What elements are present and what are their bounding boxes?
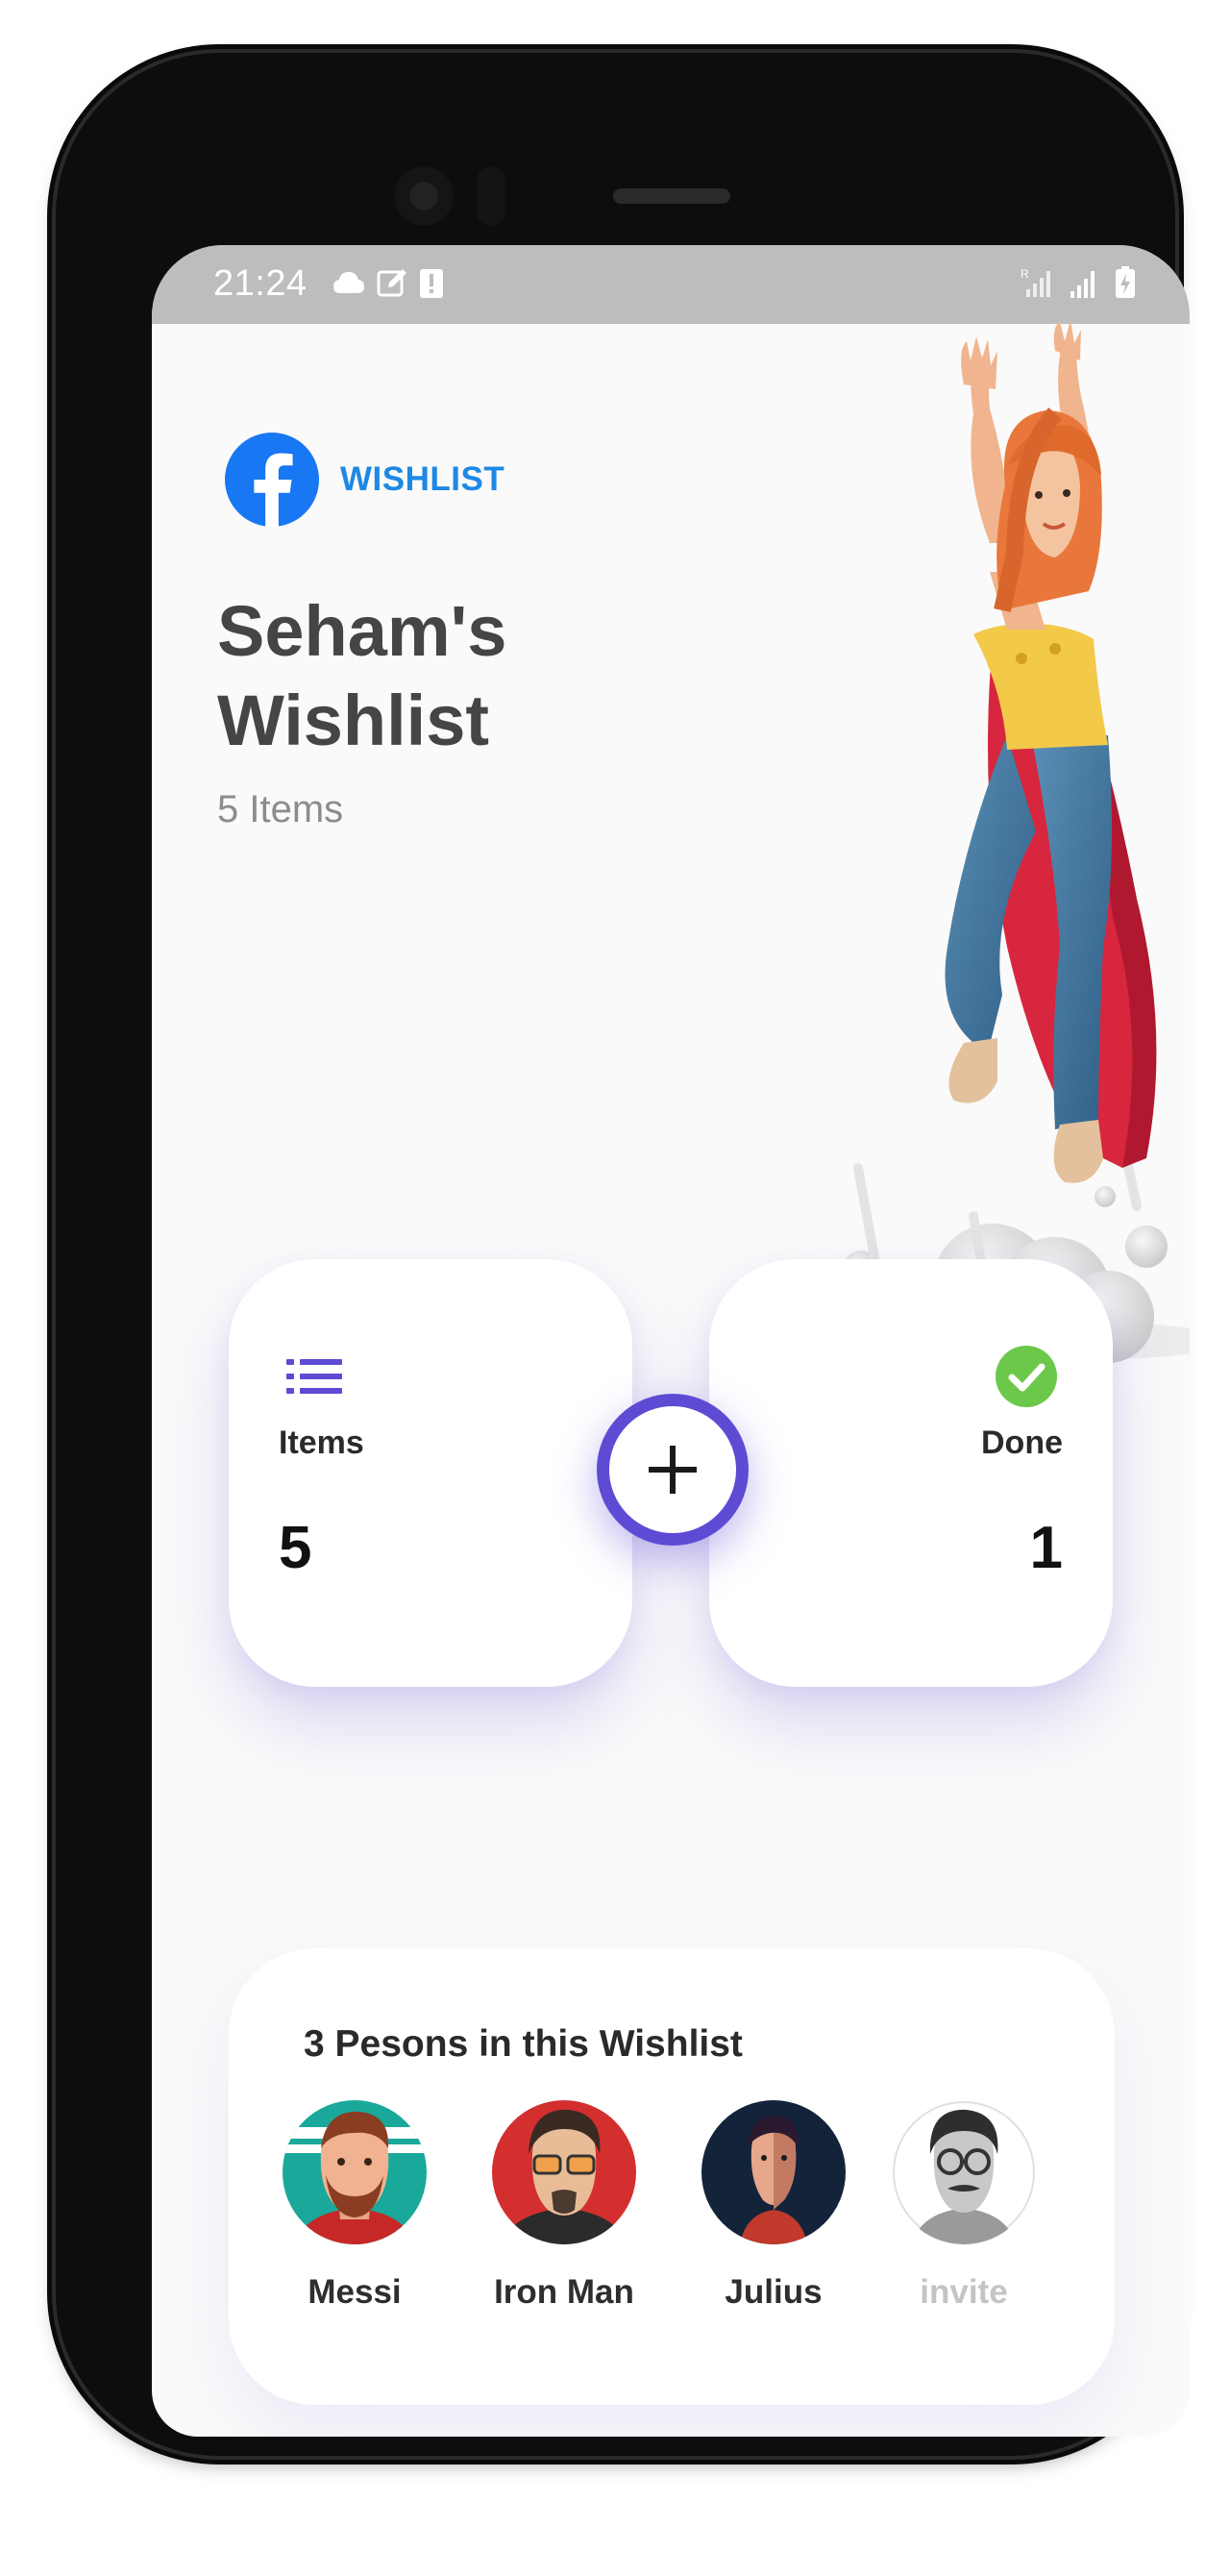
edit-icon (377, 269, 406, 297)
avatar (701, 2100, 846, 2244)
hero-illustration (844, 322, 1190, 1379)
facebook-icon (225, 433, 319, 527)
items-count: 5 (279, 1515, 312, 1581)
avatar (492, 2100, 636, 2244)
svg-text:R: R (1021, 267, 1029, 281)
plus-icon (649, 1446, 697, 1494)
done-card[interactable]: Done 1 (709, 1259, 1113, 1687)
person-name: Julius (725, 2273, 823, 2311)
status-notification-icons (332, 268, 444, 299)
status-time: 21:24 (213, 263, 308, 304)
title-line-1: Seham's (217, 591, 507, 671)
title-line-2: Wishlist (217, 681, 490, 760)
items-card[interactable]: Items 5 (229, 1259, 632, 1687)
signal-roaming-icon: R (1021, 267, 1050, 297)
app-screen: 21:24 R WISHLIST Seham's Wishlist 5 Item… (152, 245, 1190, 2437)
item-count-subtitle: 5 Items (217, 788, 344, 830)
check-circle-icon (996, 1346, 1057, 1407)
person-name: Iron Man (494, 2273, 634, 2311)
person-iron-man[interactable]: Iron Man (468, 2100, 660, 2312)
earpiece-speaker (613, 188, 730, 204)
person-name: Messi (308, 2273, 402, 2311)
avatar (283, 2100, 427, 2244)
status-system-icons: R (1021, 266, 1136, 299)
persons-panel: 3 Pesons in this Wishlist Messi Iron Man… (229, 1948, 1115, 2405)
invite-person[interactable]: invite (868, 2100, 1060, 2312)
page-title: Seham's Wishlist (217, 586, 506, 765)
add-item-button[interactable] (597, 1394, 749, 1546)
persons-title: 3 Pesons in this Wishlist (304, 2023, 743, 2065)
done-label: Done (981, 1424, 1063, 1461)
phone-frame: 21:24 R WISHLIST Seham's Wishlist 5 Item… (56, 53, 1190, 2456)
signal-icon (1070, 271, 1095, 298)
proximity-sensor (477, 166, 505, 226)
cloud-icon (333, 272, 364, 293)
brand-header: WISHLIST (225, 433, 504, 527)
brand-name: WISHLIST (340, 460, 505, 498)
alert-icon (420, 269, 443, 298)
list-icon (286, 1359, 342, 1394)
status-bar: 21:24 R (152, 245, 1190, 324)
person-messi[interactable]: Messi (258, 2100, 451, 2312)
front-camera (394, 166, 454, 226)
items-label: Items (279, 1424, 364, 1461)
invite-avatar-icon (892, 2100, 1036, 2244)
done-count: 1 (1029, 1515, 1063, 1581)
person-julius[interactable]: Julius (677, 2100, 870, 2312)
battery-icon (1116, 266, 1135, 298)
invite-label: invite (920, 2273, 1008, 2311)
